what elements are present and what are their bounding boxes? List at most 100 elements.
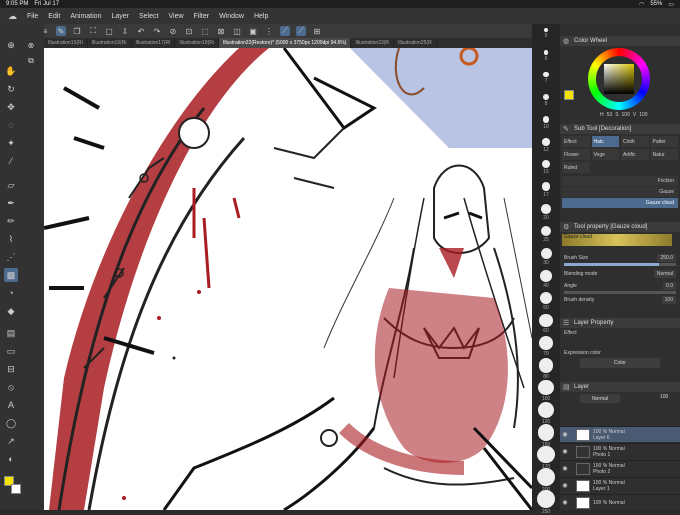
tab-illustration25[interactable]: Illustration25(R bbox=[394, 38, 437, 48]
current-color-swatch[interactable] bbox=[564, 90, 574, 100]
menu-edit[interactable]: Edit bbox=[48, 13, 60, 20]
tab-illustration16[interactable]: Illustration16(Ri bbox=[88, 38, 132, 48]
copy-icon[interactable]: ❐ bbox=[72, 26, 82, 36]
brush-size-dot[interactable] bbox=[544, 28, 548, 32]
tab-illustration18[interactable]: Illustration18(Ri bbox=[175, 38, 219, 48]
new-file-icon[interactable]: ▢ bbox=[104, 26, 114, 36]
eye-icon[interactable]: ◉ bbox=[560, 465, 570, 472]
sub-color-swatch[interactable] bbox=[11, 484, 21, 494]
invert-selection-icon[interactable]: ◫ bbox=[232, 26, 242, 36]
brush-size-dot[interactable] bbox=[542, 116, 550, 123]
brush-size-dot[interactable] bbox=[541, 160, 551, 169]
layer-opacity[interactable]: 100 bbox=[660, 394, 668, 400]
fill-bucket-icon[interactable]: ◆ bbox=[4, 304, 18, 318]
blending-mode-select[interactable]: Normal bbox=[653, 270, 676, 278]
snap-grid-icon[interactable]: ⊞ bbox=[312, 26, 322, 36]
eye-icon[interactable]: ◉ bbox=[560, 482, 570, 489]
brush-size-dot[interactable] bbox=[539, 314, 553, 328]
brush-size-dot[interactable] bbox=[541, 204, 551, 214]
subtool-tab-cloth[interactable]: Cloth bbox=[621, 136, 649, 147]
tool-property-header[interactable]: ⚙ Tool property [Gauze cloud] bbox=[560, 222, 680, 232]
brush-size-dot[interactable] bbox=[540, 226, 552, 237]
brush-size-dot[interactable] bbox=[539, 336, 553, 350]
brush-size-dot[interactable] bbox=[538, 380, 554, 396]
layer-row[interactable]: ◉ 100 % Normal bbox=[560, 494, 680, 510]
tab-illustration17[interactable]: Illustration17(Ri bbox=[132, 38, 176, 48]
pen-tool-icon[interactable]: ✎ bbox=[56, 26, 66, 36]
snap-special-ruler-icon[interactable]: ⟋ bbox=[296, 26, 306, 36]
subtool-tab-pattern[interactable]: Patter bbox=[650, 136, 678, 147]
subtool-tab-ruled[interactable]: Ruled bbox=[562, 162, 590, 173]
brush-size-dot[interactable] bbox=[540, 248, 552, 259]
subtool-tab-artificial[interactable]: Artific bbox=[621, 149, 649, 160]
menu-select[interactable]: Select bbox=[139, 13, 158, 20]
close-tab-icon[interactable]: ⊗ bbox=[24, 38, 38, 52]
brush-size-value[interactable]: 250.0 bbox=[657, 254, 676, 262]
tab-illustration15[interactable]: Illustration15(Ri bbox=[44, 38, 88, 48]
layer-row[interactable]: ◉ 100 % Normal Layer 1 bbox=[560, 477, 680, 493]
brush-size-dot[interactable] bbox=[540, 270, 552, 282]
transform-icon[interactable]: ⊡ bbox=[184, 26, 194, 36]
fill-icon[interactable]: ▣ bbox=[248, 26, 258, 36]
magic-wand-icon[interactable]: ✦ bbox=[4, 136, 18, 150]
brush-size-dot[interactable] bbox=[541, 182, 551, 191]
zoom-icon[interactable]: ⊕ bbox=[4, 38, 18, 52]
layer-blend-select[interactable]: Normal bbox=[580, 394, 620, 403]
frame-icon[interactable]: ⊟ bbox=[4, 362, 18, 376]
subtool-header[interactable]: ✎ Sub Tool [Decoration] bbox=[560, 124, 680, 134]
subtool-tab-flower[interactable]: Flower bbox=[562, 149, 590, 160]
brush-gauze[interactable]: Gauze bbox=[562, 187, 678, 197]
select-all-icon[interactable]: ⬚ bbox=[200, 26, 210, 36]
subtool-tab-vegetation[interactable]: Vege bbox=[591, 149, 619, 160]
snap-icon[interactable]: ⋮ bbox=[264, 26, 274, 36]
menu-layer[interactable]: Layer bbox=[111, 13, 129, 20]
brush-size-dot[interactable] bbox=[538, 358, 554, 373]
eye-icon[interactable]: ◉ bbox=[560, 431, 570, 438]
blend-icon[interactable]: ◔ bbox=[4, 286, 18, 300]
redo-icon[interactable]: ↷ bbox=[152, 26, 162, 36]
brush-size-dot[interactable] bbox=[542, 94, 550, 101]
undo-icon[interactable]: ↶ bbox=[136, 26, 146, 36]
brush-size-slider[interactable] bbox=[564, 263, 676, 266]
fullscreen-icon[interactable]: ⛶ bbox=[88, 26, 98, 36]
subtool-tab-hatching[interactable]: Hatc bbox=[591, 136, 619, 147]
menu-window[interactable]: Window bbox=[219, 13, 244, 20]
saturation-value-square[interactable] bbox=[604, 64, 634, 94]
layer-move-icon[interactable]: ⧉ bbox=[24, 54, 38, 68]
pen-icon[interactable]: ✒ bbox=[4, 196, 18, 210]
airbrush-icon[interactable]: ⋰ bbox=[4, 250, 18, 264]
save-icon[interactable]: ⇩ bbox=[120, 26, 130, 36]
drawing-canvas[interactable] bbox=[44, 48, 532, 510]
snap-ruler-icon[interactable]: ⟋ bbox=[280, 26, 290, 36]
brush-size-dot[interactable] bbox=[542, 138, 550, 146]
layer-property-header[interactable]: ☰ Layer Property bbox=[560, 318, 680, 328]
eyedropper-icon[interactable]: ⁄ bbox=[4, 154, 18, 168]
gradient-icon[interactable]: ▤ bbox=[4, 326, 18, 340]
menu-help[interactable]: Help bbox=[254, 13, 268, 20]
brush-gauze-cloud[interactable]: Gauze cloud bbox=[562, 198, 678, 208]
brush-size-dot[interactable] bbox=[537, 468, 555, 486]
eye-icon[interactable]: ◉ bbox=[560, 499, 570, 506]
color-wheel-header[interactable]: ◍ Color Wheel bbox=[560, 36, 680, 46]
menu-filter[interactable]: Filter bbox=[194, 13, 210, 20]
decoration-icon[interactable]: ▩ bbox=[4, 268, 18, 282]
brush-friction[interactable]: Friction bbox=[562, 176, 678, 186]
tab-illustration23[interactable]: Illustration23(R bbox=[351, 38, 395, 48]
eraser-icon[interactable]: ▱ bbox=[4, 178, 18, 192]
expression-color-select[interactable]: Color bbox=[580, 358, 660, 368]
layer-panel-header[interactable]: ▤ Layer bbox=[560, 382, 680, 392]
subtool-tab-nature[interactable]: Natur bbox=[650, 149, 678, 160]
rotate-icon[interactable]: ↻ bbox=[4, 82, 18, 96]
eye-icon[interactable]: ◉ bbox=[560, 448, 570, 455]
tab-illustration22[interactable]: Illustration22(Restore)* (5000 x 3750px … bbox=[219, 38, 352, 48]
brush-size-dot[interactable] bbox=[537, 446, 555, 464]
layer-row[interactable]: ◉ 100 % Normal Photo 2 bbox=[560, 460, 680, 476]
brush-size-dot[interactable] bbox=[537, 490, 555, 508]
brush-size-dot[interactable] bbox=[539, 292, 553, 305]
layer-row[interactable]: ◉ 100 % Normal Photo 1 bbox=[560, 443, 680, 459]
angle-value[interactable]: 0.0 bbox=[663, 282, 676, 290]
pencil-icon[interactable]: ✏ bbox=[4, 214, 18, 228]
lasso-icon[interactable]: ◌ bbox=[4, 118, 18, 132]
brush-size-dot[interactable] bbox=[537, 424, 555, 441]
balloon-icon[interactable]: ◯ bbox=[4, 416, 18, 430]
